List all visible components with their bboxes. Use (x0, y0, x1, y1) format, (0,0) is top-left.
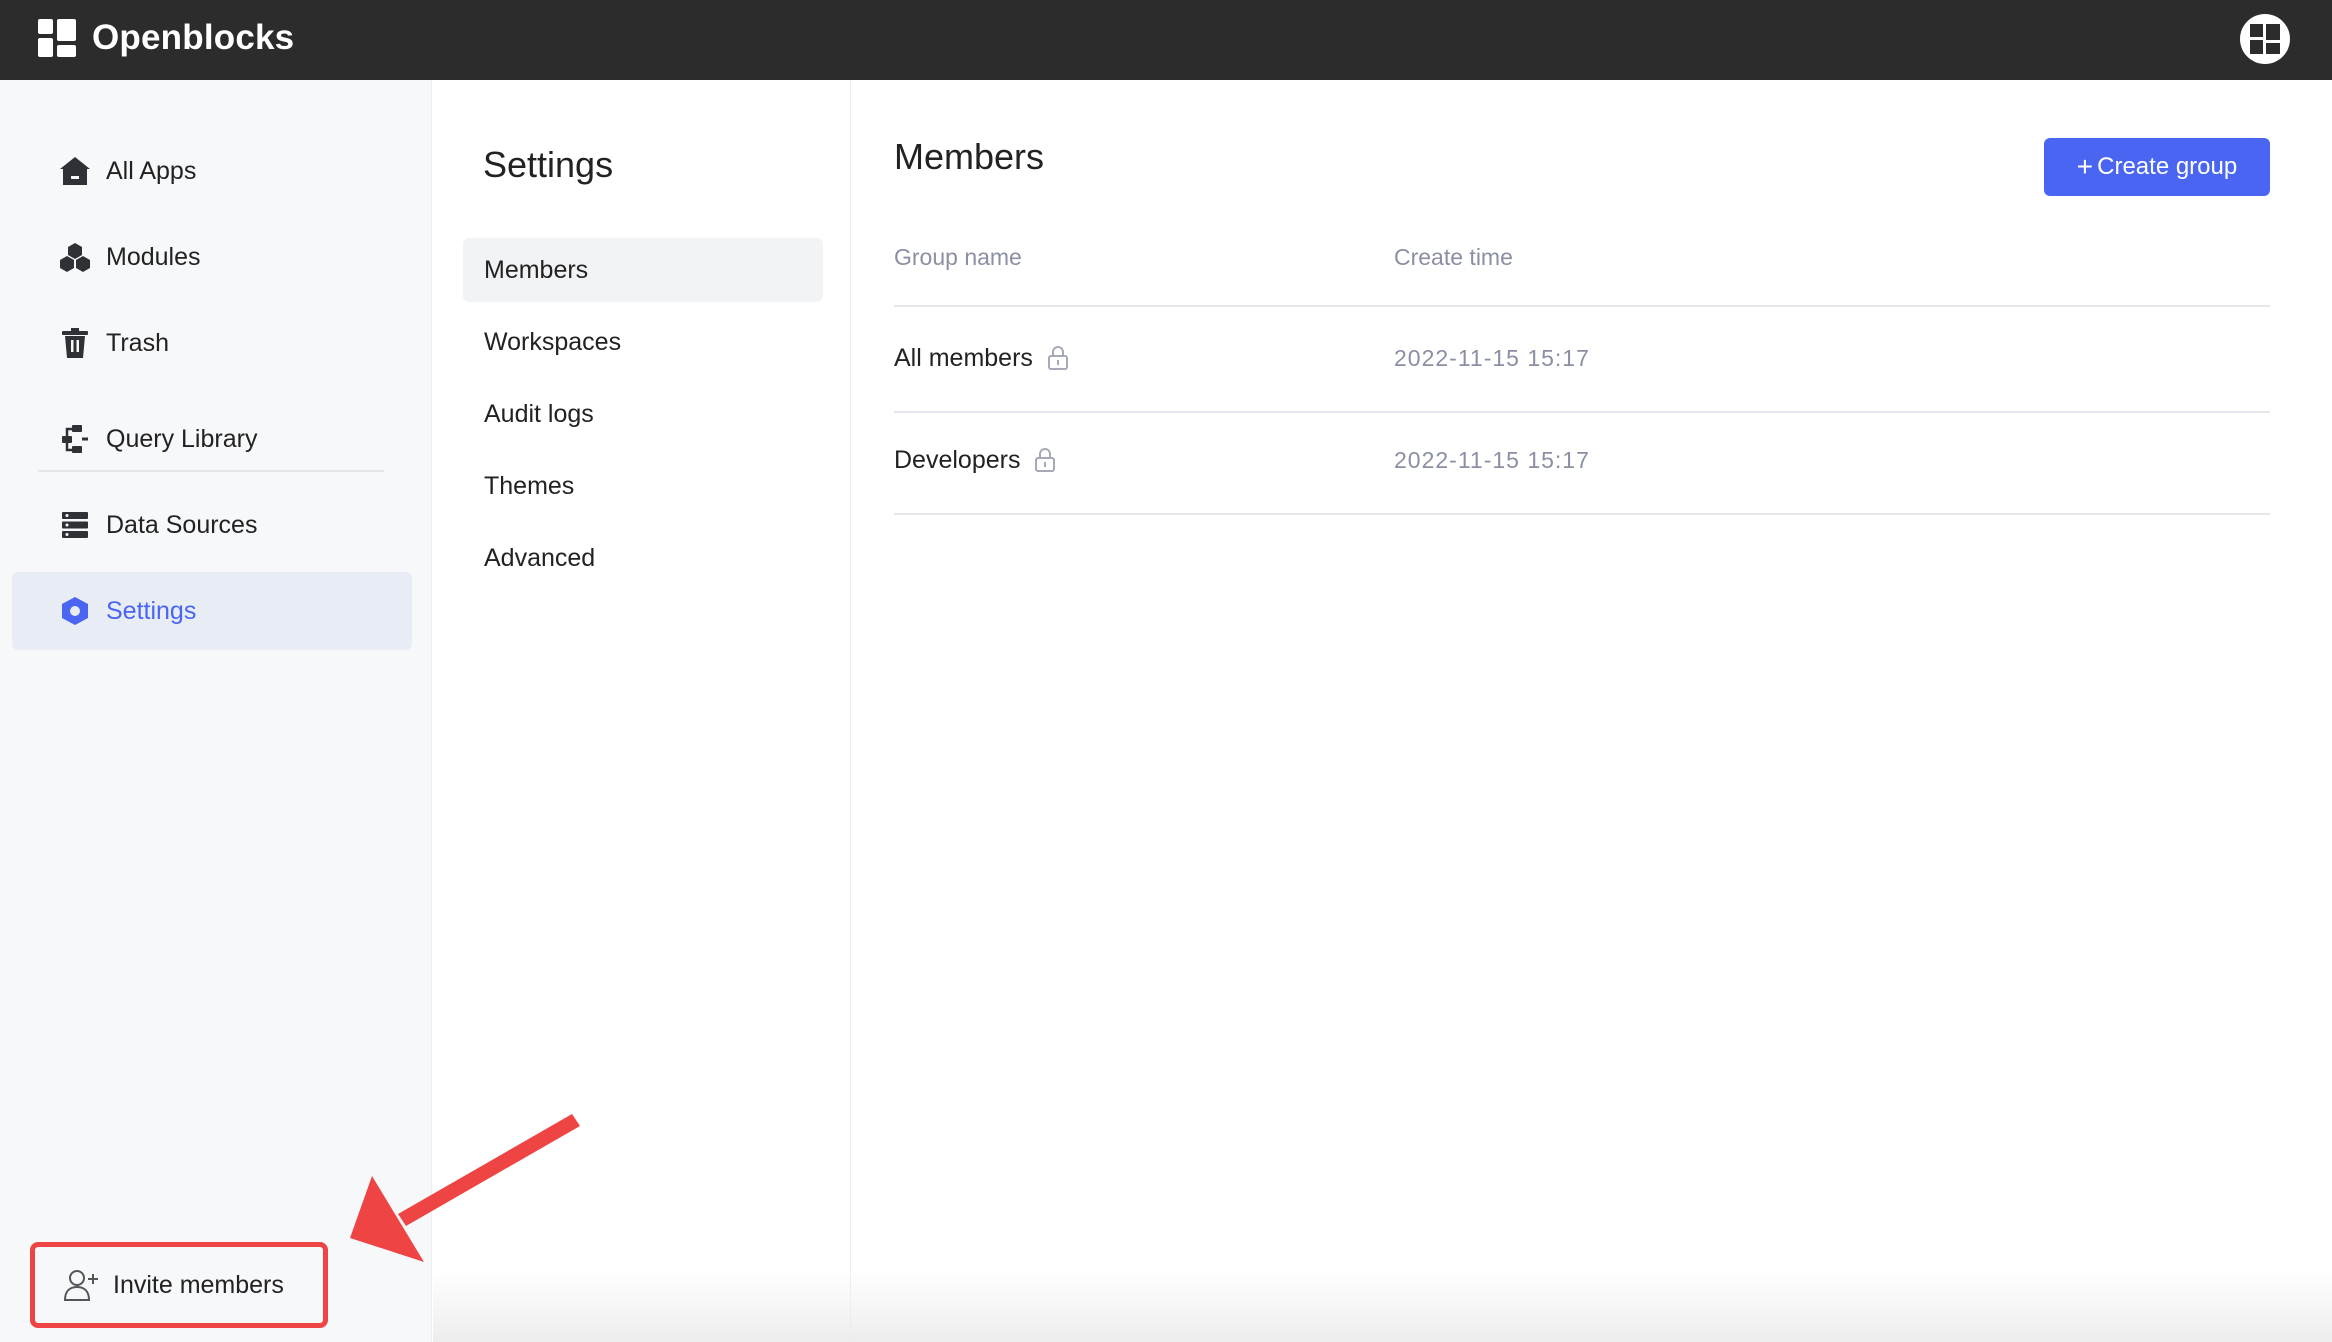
table-row[interactable]: Developers 2022-11-15 15:17 (894, 410, 2270, 510)
openblocks-logo-icon (38, 19, 76, 57)
group-name: All members (894, 343, 1033, 372)
app-logo[interactable]: Openblocks (38, 18, 294, 58)
sidebar-item-label: Settings (106, 596, 197, 625)
group-name: Developers (894, 445, 1021, 474)
page-title: Members (894, 136, 1045, 177)
table-row[interactable]: All members 2022-11-15 15:17 (894, 308, 2270, 408)
sidebar-item-settings[interactable]: Settings (12, 572, 412, 650)
group-name-cell: Developers (894, 410, 1056, 510)
user-avatar[interactable] (2240, 14, 2290, 64)
table-header-divider (894, 305, 2270, 307)
group-name-cell: All members (894, 308, 1069, 408)
sidebar-item-modules[interactable]: Modules (12, 218, 412, 296)
settings-subnav: Settings Members Workspaces Audit logs T… (433, 80, 851, 1342)
sidebar-item-label: Data Sources (106, 510, 258, 539)
add-user-icon (63, 1268, 101, 1302)
column-header-create-time[interactable]: Create time (1394, 244, 1513, 271)
subnav-item-themes[interactable]: Themes (463, 454, 823, 518)
invite-members-label: Invite members (113, 1270, 284, 1299)
create-time-cell: 2022-11-15 15:17 (1394, 446, 1590, 473)
lock-icon (1035, 448, 1056, 472)
column-header-group-name[interactable]: Group name (894, 244, 1022, 271)
plus-icon: + (2076, 151, 2094, 182)
subnav-item-members[interactable]: Members (463, 238, 823, 302)
sidebar-item-data-sources[interactable]: Data Sources (12, 486, 412, 564)
create-time-cell: 2022-11-15 15:17 (1394, 344, 1590, 371)
subnav-item-advanced[interactable]: Advanced (463, 526, 823, 590)
top-bar: Openblocks (0, 0, 2332, 80)
create-group-button[interactable]: + Create group (2044, 138, 2270, 196)
sidebar-item-all-apps[interactable]: All Apps (12, 132, 412, 210)
row-divider (894, 513, 2270, 515)
trash-icon (58, 326, 92, 360)
sidebar-item-label: Query Library (106, 424, 258, 453)
modules-icon (58, 240, 92, 274)
data-sources-icon (58, 508, 92, 542)
subnav-item-audit-logs[interactable]: Audit logs (463, 382, 823, 446)
sidebar-item-trash[interactable]: Trash (12, 304, 412, 382)
query-library-icon (58, 422, 92, 456)
left-sidebar: All Apps Modules Trash Query Library Dat… (0, 80, 432, 1342)
sidebar-item-label: Trash (106, 328, 169, 357)
sidebar-item-query-library[interactable]: Query Library (12, 400, 412, 478)
invite-members-button[interactable]: Invite members (30, 1242, 328, 1328)
avatar-logo-icon (2241, 15, 2289, 63)
app-name: Openblocks (92, 18, 295, 57)
lock-icon (1047, 346, 1068, 370)
settings-title: Settings (483, 144, 614, 185)
subnav-item-workspaces[interactable]: Workspaces (463, 310, 823, 374)
settings-hexagon-icon (58, 594, 92, 628)
sidebar-item-label: Modules (106, 242, 201, 271)
home-icon (58, 154, 92, 188)
members-panel: Members + Create group Group name Create… (852, 80, 2332, 1342)
create-group-label: Create group (2097, 153, 2238, 180)
sidebar-item-label: All Apps (106, 156, 197, 185)
